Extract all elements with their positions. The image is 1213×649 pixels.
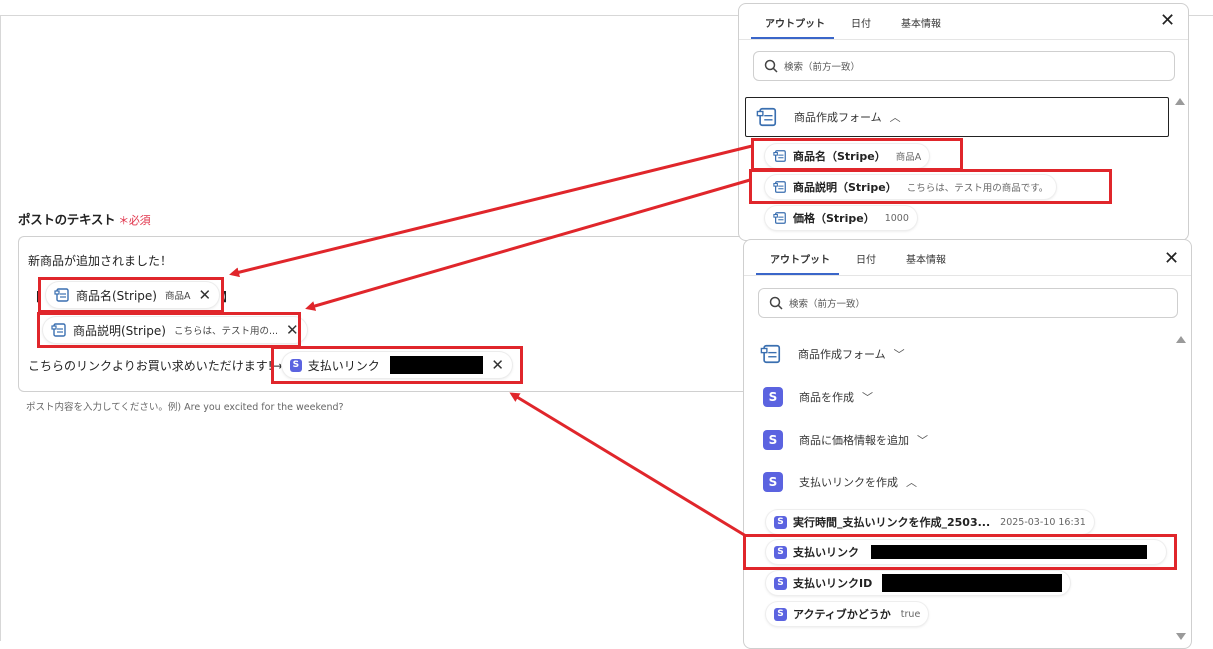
group-product-form[interactable]: 商品作成フォーム ︿ xyxy=(745,97,1169,137)
group-product-form[interactable]: 商品作成フォーム ﹀ xyxy=(760,343,905,365)
panel-tabs: アウトプット 日付 基本情報 ✕ xyxy=(744,240,1191,276)
search-placeholder: 検索（前方一致） xyxy=(784,62,861,73)
left-divider xyxy=(0,15,1,641)
output-panel-1: アウトプット 日付 基本情報 ✕ 検索（前方一致） 商品作成フォーム ︿ 商品名… xyxy=(738,3,1189,241)
tab-date[interactable]: 日付 xyxy=(851,15,871,30)
item-label: 支払いリンクID xyxy=(793,577,873,590)
group-create-product[interactable]: S 商品を作成 ﹀ xyxy=(763,387,873,407)
output-item[interactable]: S 支払いリンクID xyxy=(766,571,1071,595)
form-icon xyxy=(773,212,786,224)
tab-underline xyxy=(751,37,834,39)
panel-tabs: アウトプット 日付 基本情報 ✕ xyxy=(739,4,1188,40)
highlight-box xyxy=(743,534,1177,570)
tab-output[interactable]: アウトプット xyxy=(770,251,830,266)
stripe-icon: S xyxy=(763,387,783,407)
group-label: 商品作成フォーム xyxy=(794,111,882,124)
search-input[interactable]: 検索（前方一致） xyxy=(753,51,1175,81)
field-label: ポストのテキスト ＊必須 xyxy=(18,212,151,227)
highlight-box xyxy=(751,138,963,171)
output-item[interactable]: S 実行時間_支払いリンクを作成_2503... 2025-03-10 16:3… xyxy=(766,510,1094,534)
search-placeholder: 検索（前方一致） xyxy=(789,299,866,310)
search-icon xyxy=(764,59,778,73)
output-panel-2: アウトプット 日付 基本情報 ✕ 検索（前方一致） 商品作成フォーム ﹀ S 商… xyxy=(743,239,1192,649)
item-value: 1000 xyxy=(884,212,909,224)
redacted-value xyxy=(882,574,1063,592)
tab-date[interactable]: 日付 xyxy=(856,251,876,266)
field-hint: ポスト内容を入力してください。例) Are you excited for th… xyxy=(26,402,344,413)
item-value: true xyxy=(900,608,921,620)
output-item[interactable]: 価格（Stripe） 1000 xyxy=(765,206,917,230)
text-line-1: 新商品が追加されました！ xyxy=(28,254,173,268)
scroll-down-icon[interactable] xyxy=(1176,633,1186,640)
chevron-up-icon: ︿ xyxy=(906,476,917,489)
group-label: 商品作成フォーム xyxy=(798,348,886,361)
group-add-price[interactable]: S 商品に価格情報を追加 ﹀ xyxy=(763,430,928,450)
form-icon xyxy=(756,107,777,127)
chevron-down-icon: ﹀ xyxy=(862,391,873,404)
item-label: アクティブかどうか xyxy=(793,608,891,621)
chevron-down-icon: ﹀ xyxy=(917,434,928,447)
highlight-box xyxy=(37,312,301,348)
tab-basic-info[interactable]: 基本情報 xyxy=(906,251,946,266)
highlight-box xyxy=(38,277,224,313)
search-input[interactable]: 検索（前方一致） xyxy=(758,288,1178,318)
arrow xyxy=(509,392,747,538)
required-mark: ＊必須 xyxy=(118,214,151,227)
group-create-payment-link[interactable]: S 支払いリンクを作成 ︿ xyxy=(763,472,917,492)
stripe-icon: S xyxy=(763,472,783,492)
stripe-icon: S xyxy=(774,515,787,529)
item-value: 2025-03-10 16:31 xyxy=(1000,516,1086,528)
highlight-box xyxy=(749,169,1112,204)
close-icon[interactable]: ✕ xyxy=(1164,250,1179,268)
group-label: 商品を作成 xyxy=(799,391,854,404)
scroll-up-icon[interactable] xyxy=(1175,98,1185,105)
chevron-up-icon: ︿ xyxy=(889,111,901,124)
stripe-icon: S xyxy=(774,576,787,590)
form-icon xyxy=(760,344,781,364)
chevron-down-icon: ﹀ xyxy=(893,348,905,361)
item-label: 価格（Stripe） xyxy=(793,212,875,225)
tab-underline xyxy=(756,273,839,275)
tab-basic-info[interactable]: 基本情報 xyxy=(901,15,941,30)
search-icon xyxy=(769,296,783,310)
highlight-box xyxy=(271,346,523,384)
group-label: 商品に価格情報を追加 xyxy=(799,434,909,447)
text-line-3: こちらのリンクよりお買い求めいただけます!→ xyxy=(28,359,283,373)
tab-output[interactable]: アウトプット xyxy=(765,15,825,30)
close-icon[interactable]: ✕ xyxy=(1160,12,1175,30)
item-label: 実行時間_支払いリンクを作成_2503... xyxy=(793,516,991,529)
stripe-icon: S xyxy=(763,430,783,450)
stripe-icon: S xyxy=(774,607,787,621)
scroll-up-icon[interactable] xyxy=(1176,336,1186,343)
group-label: 支払いリンクを作成 xyxy=(799,476,898,489)
output-item[interactable]: S アクティブかどうか true xyxy=(766,602,929,626)
